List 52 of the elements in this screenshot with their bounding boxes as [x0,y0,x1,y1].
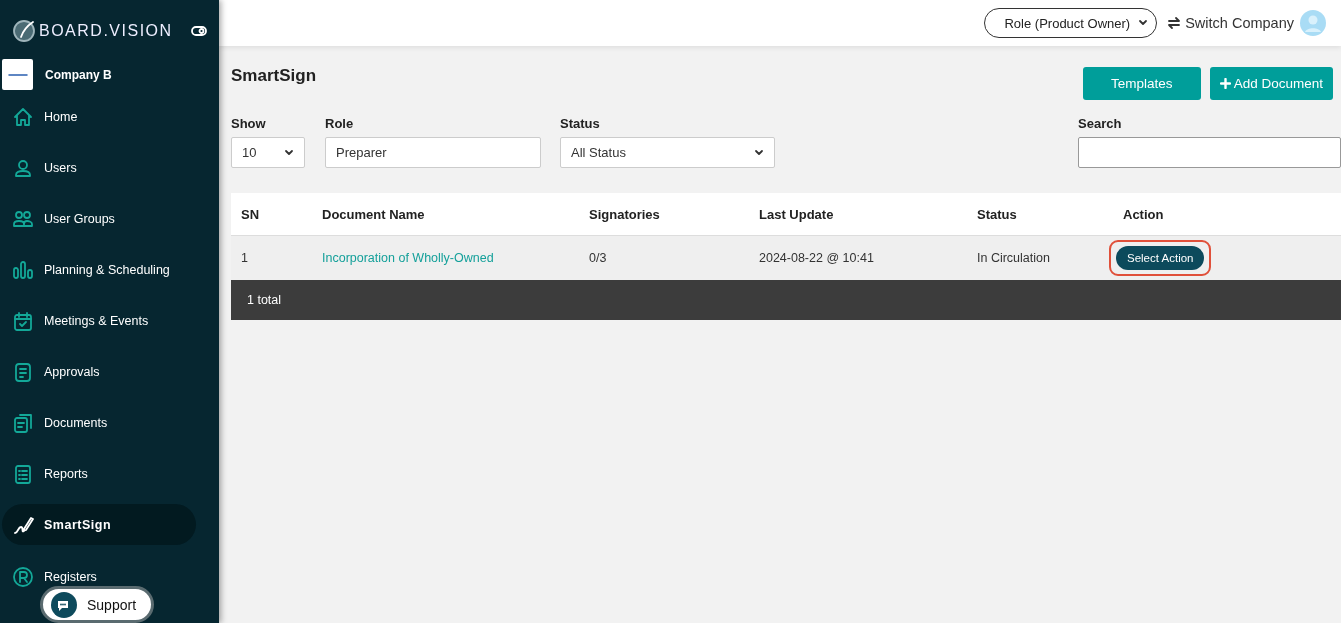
logo-icon [12,19,36,43]
table-cell-text: 2024-08-22 @ 10:41 [759,251,875,265]
brand-name: BOARD.VISION [39,22,173,40]
column-header: Status [977,206,1018,222]
column-header: Signatories [589,206,661,222]
company-logo-icon [7,71,28,78]
column-header: Document Name [322,206,426,222]
nav-icon [12,360,34,383]
sidebar-item[interactable]: SmartSign [2,504,196,545]
show-select[interactable]: 10 [231,137,305,168]
nav-icon [12,462,34,485]
chat-icon [51,591,77,618]
total-count: 1 total [247,293,282,307]
nav-icon [12,258,34,281]
status-select[interactable]: All Status [560,137,775,168]
swap-icon [1167,16,1182,30]
select-action-button[interactable]: Select Action [1116,246,1205,270]
field-label: Status [560,116,601,131]
sidebar-item[interactable]: Approvals [2,351,196,392]
sidebar-item[interactable]: Users [2,147,196,188]
sidebar-item[interactable]: Documents [2,402,196,443]
chevron-down-icon [284,148,294,157]
sidebar-item[interactable]: Home [2,96,196,137]
table-cell-text: 0/3 [589,251,608,265]
column-header: Last Update [759,206,835,222]
nav-icon [12,309,34,332]
column-header: SN [241,206,261,222]
nav-icon [12,105,34,128]
role-field[interactable]: Preparer [325,137,541,168]
switch-company-link[interactable]: Switch Company [1167,15,1294,31]
avatar-icon [1300,10,1326,36]
column-header: Action [1123,206,1165,222]
nav-icon [12,565,34,588]
search-field[interactable] [1078,137,1341,168]
company-name: Company B [45,67,112,82]
sidebar-item[interactable]: Planning & Scheduling [2,249,196,290]
plus-icon [1219,78,1231,89]
page-title: SmartSign [231,66,317,86]
table-cell-text: In Circulation [977,251,1051,265]
table-cell-text: 1 [241,251,249,265]
sidebar-item[interactable]: Meetings & Events [2,300,196,341]
field-label: Role [325,116,355,131]
chevron-down-icon [754,148,764,157]
chevron-down-icon [1138,19,1149,27]
nav-icon [12,411,34,434]
sidebar-item[interactable]: Reports [2,453,196,494]
role-dropdown[interactable]: Role (Product Owner) [984,8,1158,38]
field-label: Show [231,116,267,131]
field-label: Search [1078,116,1123,131]
support-button[interactable]: Support [40,586,154,623]
sidebar-item[interactable]: User Groups [2,198,196,239]
toggle-icon [191,25,207,37]
